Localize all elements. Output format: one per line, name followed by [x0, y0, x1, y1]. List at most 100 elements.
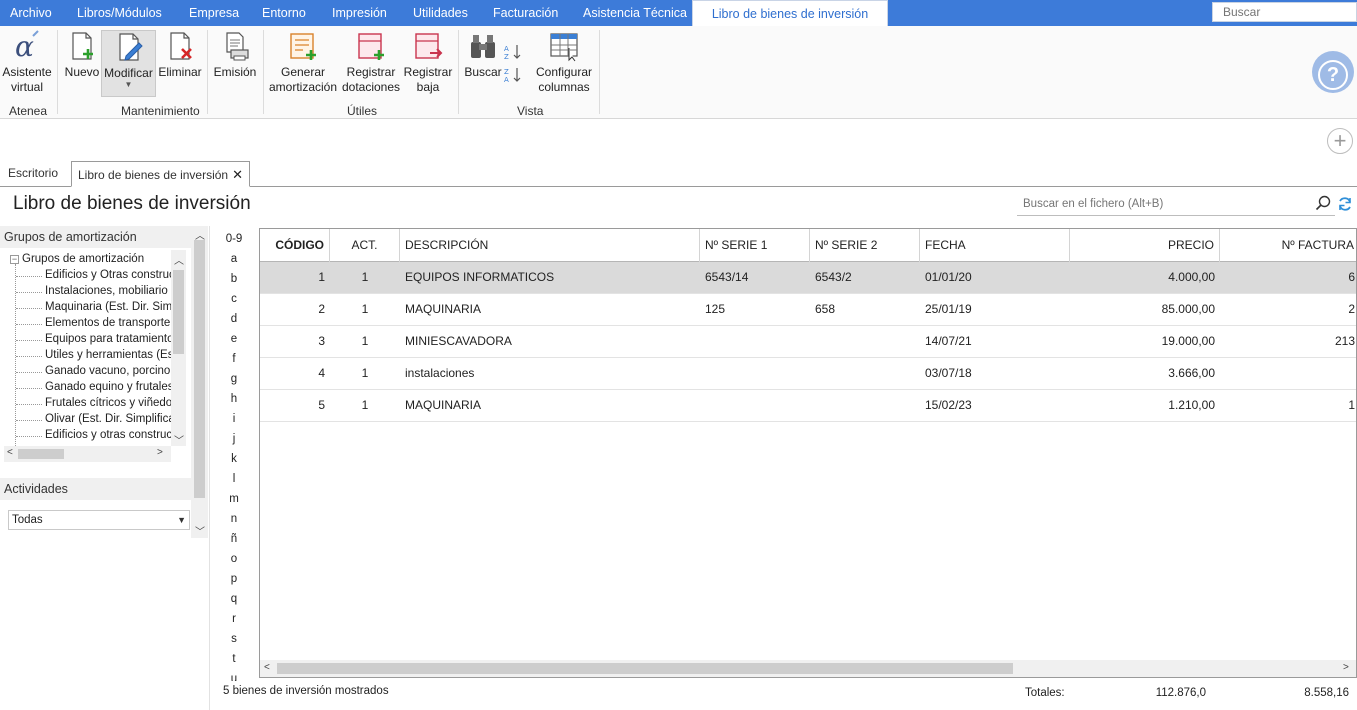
- tree-item[interactable]: Olivar (Est. Dir. Simplificada): [45, 413, 171, 425]
- alpha-filter[interactable]: d: [222, 313, 246, 325]
- menu-utilidades[interactable]: Utilidades: [413, 0, 468, 26]
- help-button[interactable]: ?: [1312, 51, 1354, 93]
- close-icon[interactable]: ✕: [232, 167, 243, 182]
- scroll-down-icon[interactable]: ﹀: [174, 432, 184, 447]
- registrar-dotaciones-button[interactable]: Registrar dotaciones: [340, 30, 402, 95]
- tree-line: [16, 308, 42, 309]
- scrollbar-thumb[interactable]: [18, 449, 64, 459]
- scrollbar-thumb[interactable]: [173, 270, 184, 354]
- menu-libro-bienes-inversion[interactable]: Libro de bienes de inversión: [692, 0, 888, 26]
- tree-item[interactable]: Elementos de transporte: [45, 317, 171, 329]
- tree-vertical-scrollbar[interactable]: ︿ ﹀: [171, 250, 186, 447]
- alpha-filter[interactable]: i: [222, 413, 246, 425]
- tab-libro-bienes-inversion[interactable]: Libro de bienes de inversión ✕: [71, 161, 251, 187]
- menu-empresa[interactable]: Empresa: [189, 0, 239, 26]
- scroll-left-icon[interactable]: <: [264, 662, 270, 673]
- left-panel-scrollbar[interactable]: ︿ ﹀: [191, 226, 208, 538]
- file-search-input[interactable]: [1017, 193, 1307, 215]
- menu-facturacion[interactable]: Facturación: [493, 0, 558, 26]
- column-header-codigo[interactable]: CÓDIGO: [260, 229, 330, 262]
- emision-button[interactable]: Emisión: [212, 30, 258, 80]
- configurar-columnas-button[interactable]: Configurar columnas: [534, 30, 594, 95]
- alpha-filter[interactable]: g: [222, 373, 246, 385]
- alpha-filter[interactable]: ñ: [222, 533, 246, 545]
- tree-item[interactable]: Edificios y Otras construcciones: [45, 269, 171, 281]
- chevron-down-icon[interactable]: ▼: [177, 511, 186, 529]
- alpha-filter[interactable]: c: [222, 293, 246, 305]
- scroll-right-icon[interactable]: >: [157, 447, 163, 458]
- scroll-right-icon[interactable]: >: [1343, 662, 1349, 673]
- sort-descending-icon[interactable]: Z A: [504, 67, 522, 83]
- tree-item[interactable]: Frutales cítricos y viñedos: [45, 397, 171, 409]
- table-row[interactable]: 3 1 MINIESCAVADORA 14/07/21 19.000,00 21…: [260, 326, 1356, 358]
- alpha-filter[interactable]: p: [222, 573, 246, 585]
- tree-item[interactable]: Equipos para tratamiento: [45, 333, 171, 345]
- cell-serie2: [810, 326, 920, 357]
- column-header-fecha[interactable]: FECHA: [920, 229, 1070, 262]
- alpha-filter[interactable]: e: [222, 333, 246, 345]
- alpha-filter[interactable]: r: [222, 613, 246, 625]
- alpha-filter[interactable]: n: [222, 513, 246, 525]
- table-row[interactable]: 1 1 EQUIPOS INFORMATICOS 6543/14 6543/2 …: [260, 262, 1356, 294]
- alpha-filter[interactable]: k: [222, 453, 246, 465]
- column-header-act[interactable]: ACT.: [330, 229, 400, 262]
- table-row[interactable]: 4 1 instalaciones 03/07/18 3.666,00: [260, 358, 1356, 390]
- column-header-precio[interactable]: PRECIO: [1070, 229, 1220, 262]
- menu-libros-modulos[interactable]: Libros/Módulos: [77, 0, 162, 26]
- alpha-filter[interactable]: m: [222, 493, 246, 505]
- alpha-filter[interactable]: h: [222, 393, 246, 405]
- alpha-filter[interactable]: u: [222, 673, 246, 681]
- column-header-serie2[interactable]: Nº SERIE 2: [810, 229, 920, 262]
- grid-horizontal-scrollbar[interactable]: < >: [260, 660, 1356, 677]
- tree-horizontal-scrollbar[interactable]: < >: [4, 446, 171, 462]
- scroll-left-icon[interactable]: <: [7, 447, 13, 458]
- tree-item[interactable]: Maquinaria (Est. Dir. Simplificada): [45, 301, 171, 313]
- scrollbar-thumb[interactable]: [277, 663, 1013, 674]
- alpha-filter[interactable]: a: [222, 253, 246, 265]
- table-row[interactable]: 5 1 MAQUINARIA 15/02/23 1.210,00 1: [260, 390, 1356, 422]
- search-icon[interactable]: [1315, 195, 1331, 211]
- column-header-descripcion[interactable]: DESCRIPCIÓN: [400, 229, 700, 262]
- eliminar-button[interactable]: Eliminar: [157, 30, 203, 80]
- alpha-filter[interactable]: o: [222, 553, 246, 565]
- registrar-baja-button[interactable]: Registrar baja: [403, 30, 453, 95]
- alpha-filter[interactable]: q: [222, 593, 246, 605]
- alpha-filter[interactable]: t: [222, 653, 246, 665]
- menu-impresion[interactable]: Impresión: [332, 0, 387, 26]
- sort-ascending-icon[interactable]: A Z: [504, 44, 522, 60]
- asistente-virtual-button[interactable]: α Asistente virtual: [2, 30, 52, 95]
- scrollbar-thumb[interactable]: [194, 240, 205, 498]
- menu-entorno[interactable]: Entorno: [262, 0, 306, 26]
- column-header-serie1[interactable]: Nº SERIE 1: [700, 229, 810, 262]
- activities-select[interactable]: Todas ▼: [8, 510, 190, 530]
- collapse-icon[interactable]: −: [10, 255, 19, 264]
- alpha-filter[interactable]: 0-9: [222, 233, 246, 245]
- tree-item[interactable]: Útiles y herramientas (Est. Dir.): [45, 349, 171, 361]
- alpha-filter[interactable]: j: [222, 433, 246, 445]
- alpha-filter[interactable]: b: [222, 273, 246, 285]
- refresh-icon[interactable]: [1337, 196, 1353, 212]
- nuevo-button[interactable]: Nuevo: [63, 30, 101, 80]
- alpha-filter[interactable]: s: [222, 633, 246, 645]
- table-row[interactable]: 2 1 MAQUINARIA 125 658 25/01/19 85.000,0…: [260, 294, 1356, 326]
- tree-item[interactable]: Edificios y otras construcciones: [45, 429, 171, 441]
- add-tab-icon[interactable]: +: [1327, 128, 1353, 154]
- menu-archivo[interactable]: Archivo: [10, 0, 52, 26]
- scroll-down-icon[interactable]: ﹀: [195, 523, 205, 538]
- scroll-up-icon[interactable]: ︿: [174, 252, 184, 267]
- tree-root[interactable]: − Grupos de amortización: [10, 253, 144, 265]
- tab-escritorio[interactable]: Escritorio: [8, 161, 58, 187]
- tree-item[interactable]: Ganado equino y frutales: [45, 381, 171, 393]
- menu-asistencia-tecnica[interactable]: Asistencia Técnica: [583, 0, 687, 26]
- column-header-factura[interactable]: Nº FACTURA: [1220, 229, 1356, 262]
- alpha-filter[interactable]: f: [222, 353, 246, 365]
- modificar-button[interactable]: Modificar ▼: [101, 30, 156, 97]
- alpha-filter[interactable]: l: [222, 473, 246, 485]
- generar-amortizacion-button[interactable]: Generar amortización: [268, 30, 338, 95]
- tree-item[interactable]: Instalaciones, mobiliario: [45, 285, 171, 297]
- buscar-button[interactable]: Buscar: [464, 30, 502, 80]
- tree-item[interactable]: Ganado vacuno, porcino: [45, 365, 171, 377]
- panel-divider[interactable]: [209, 226, 210, 710]
- global-search-input[interactable]: [1212, 2, 1357, 22]
- file-search: [1017, 193, 1335, 216]
